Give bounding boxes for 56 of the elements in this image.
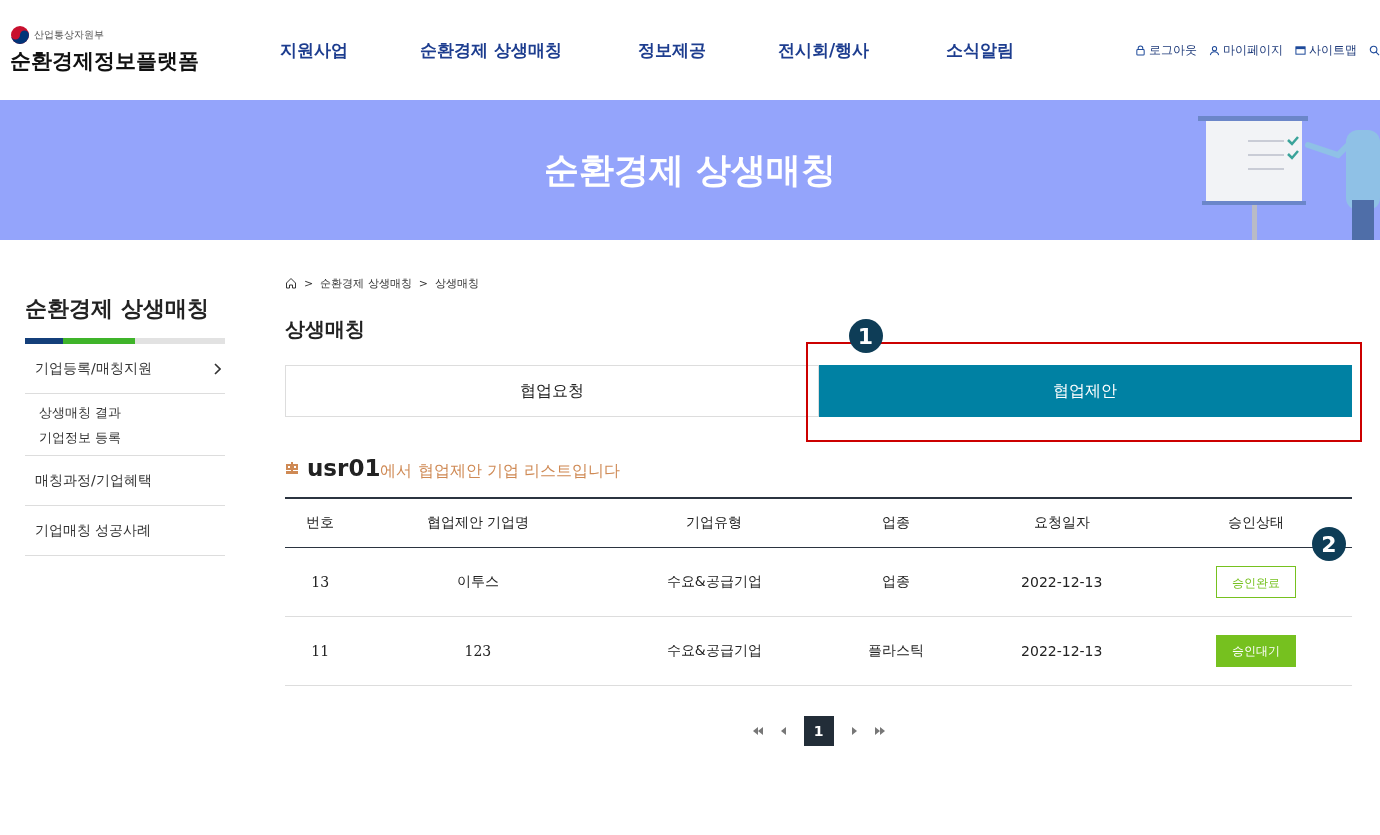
column-header: 승인상태 bbox=[1227, 514, 1284, 530]
table-cell: 플라스틱 bbox=[867, 642, 924, 658]
column-header: 번호 bbox=[306, 514, 335, 530]
sidebar-item[interactable]: 기업등록/매칭지원 bbox=[25, 344, 225, 393]
emblem-icon bbox=[10, 25, 30, 45]
step-marker: 2 bbox=[1312, 527, 1346, 561]
site-logo[interactable]: 순환경제정보플랫폼 bbox=[10, 47, 240, 75]
banner-title: 순환경제 상생매칭 bbox=[543, 148, 837, 192]
table-cell: 2022-12-13 bbox=[1021, 643, 1103, 659]
nav-link[interactable]: 정보제공 bbox=[638, 38, 778, 62]
status-badge: 승인대기 bbox=[1215, 635, 1296, 667]
table-cell: 이투스 bbox=[456, 573, 499, 589]
table-cell: 13 bbox=[311, 574, 330, 590]
status-badge: 승인완료 bbox=[1215, 566, 1296, 598]
utility-link[interactable]: 마이페이지 bbox=[1209, 41, 1283, 59]
table-cell: 2022-12-13 bbox=[1021, 574, 1103, 590]
table-cell: 수요&공급기업 bbox=[666, 573, 762, 589]
table-cell: 업종 bbox=[881, 573, 910, 589]
list-heading: usr01에서 협업제안 기업 리스트입니다 bbox=[307, 454, 620, 482]
nav-link[interactable]: 순환경제 상생매칭 bbox=[420, 38, 638, 62]
step-marker: 1 bbox=[848, 319, 883, 353]
last-page-icon[interactable] bbox=[873, 726, 886, 736]
tab[interactable]: 협업제안 bbox=[818, 365, 1352, 417]
breadcrumb-link[interactable]: 순환경제 상생매칭 bbox=[320, 275, 412, 291]
sidebar-subitem[interactable]: 상생매칭 결과 bbox=[39, 404, 225, 422]
tab[interactable]: 협업요청 bbox=[285, 365, 819, 417]
nav-link[interactable]: 소식알림 bbox=[946, 38, 1111, 62]
column-header: 요청일자 bbox=[1033, 514, 1090, 530]
search-icon[interactable] bbox=[1369, 44, 1380, 56]
breadcrumb-separator: > bbox=[304, 276, 314, 290]
nav-link[interactable]: 전시회/행사 bbox=[778, 38, 946, 62]
page-number[interactable]: 1 bbox=[803, 716, 834, 746]
lock-icon bbox=[1135, 44, 1146, 56]
ministry-name: 산업통상자원부 bbox=[34, 28, 104, 42]
breadcrumb-link[interactable]: 상생매칭 bbox=[434, 275, 479, 291]
table-cell: 수요&공급기업 bbox=[666, 642, 762, 658]
sidebar-item[interactable]: 매칭과정/기업혜택 bbox=[25, 456, 225, 505]
utility-link[interactable]: 로그아웃 bbox=[1135, 41, 1197, 59]
window-icon bbox=[1295, 44, 1306, 56]
column-header: 업종 bbox=[881, 514, 910, 530]
table-cell: 123 bbox=[464, 643, 492, 659]
utility-link[interactable]: 사이트맵 bbox=[1295, 41, 1357, 59]
column-header: 협업제안 기업명 bbox=[426, 514, 530, 530]
page-title: 상생매칭 bbox=[285, 316, 365, 343]
sidebar-item[interactable]: 기업매칭 성공사례 bbox=[25, 506, 225, 555]
column-header: 기업유형 bbox=[686, 514, 743, 530]
person-icon bbox=[1209, 44, 1220, 56]
building-icon bbox=[285, 461, 299, 475]
first-page-icon[interactable] bbox=[751, 726, 764, 736]
nav-link[interactable]: 지원사업 bbox=[280, 38, 420, 62]
breadcrumb-separator: > bbox=[418, 276, 428, 290]
sidebar-title: 순환경제 상생매칭 bbox=[25, 295, 210, 323]
sidebar-subitem[interactable]: 기업정보 등록 bbox=[39, 429, 225, 447]
home-icon[interactable] bbox=[285, 277, 297, 289]
table-cell: 11 bbox=[311, 643, 330, 659]
chevron-icon bbox=[213, 362, 221, 375]
